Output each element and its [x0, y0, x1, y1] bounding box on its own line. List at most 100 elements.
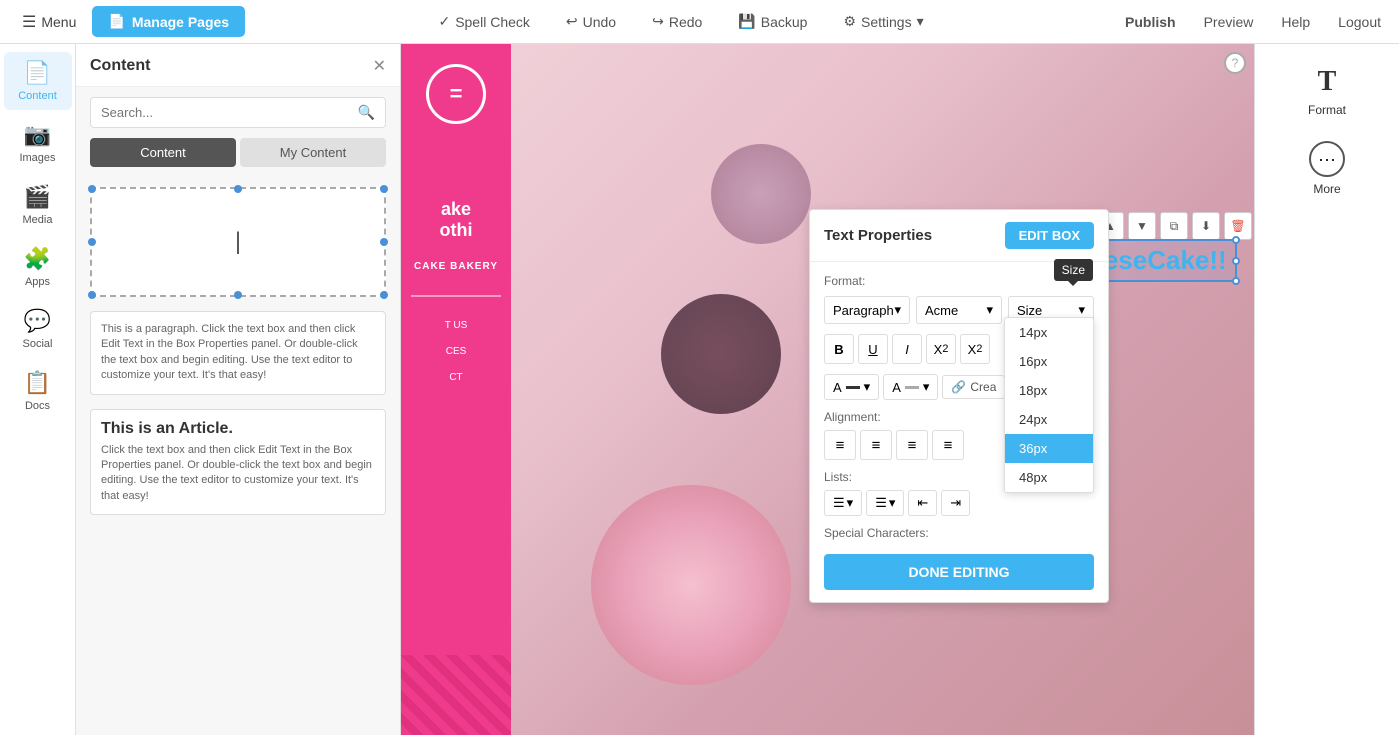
- help-icon[interactable]: ?: [1224, 52, 1246, 74]
- lists-row: ☰ ▾ ☰ ▾ ⇤ ⇥: [824, 490, 1094, 516]
- backup-label: Backup: [761, 14, 808, 30]
- selection-toolbar: ▲ ▼ ⧉ ⬇ 🗑: [1096, 212, 1252, 240]
- manage-pages-button[interactable]: 📄 Manage Pages: [92, 6, 245, 37]
- article-content-item[interactable]: This is an Article. Click the text box a…: [90, 409, 386, 516]
- right-panel-more-label: More: [1313, 182, 1340, 196]
- main-area: 📄 Content 📷 Images 🎬 Media 🧩 Apps 💬 Soci…: [0, 44, 1399, 735]
- size-option-36[interactable]: 36px: [1005, 434, 1093, 463]
- font-chevron-icon: ▾: [986, 302, 993, 318]
- right-panel-format-label: Format: [1308, 103, 1346, 117]
- settings-label: Settings: [861, 14, 912, 30]
- flower-decoration-small: [711, 144, 811, 244]
- indent-dec-icon: ⇤: [917, 495, 928, 511]
- canvas-menu-heading: akeothi: [411, 199, 501, 241]
- menu-button[interactable]: ☰ Menu: [10, 6, 88, 38]
- edit-box-button[interactable]: EDIT BOX: [1005, 222, 1094, 249]
- publish-button[interactable]: Publish: [1117, 9, 1184, 35]
- anchor-tr: [380, 185, 388, 193]
- size-option-48[interactable]: 48px: [1005, 463, 1093, 492]
- right-panel-format[interactable]: T Format: [1255, 58, 1399, 125]
- handle-tr[interactable]: [1232, 236, 1240, 244]
- indent-inc-icon: ⇥: [950, 495, 961, 511]
- size-option-16[interactable]: 16px: [1005, 347, 1093, 376]
- sidebar-item-social-label: Social: [23, 338, 53, 350]
- bold-button[interactable]: B: [824, 334, 854, 364]
- canvas-bottom-stripe: [401, 655, 511, 735]
- superscript-button[interactable]: X2: [960, 334, 990, 364]
- underline-button[interactable]: U: [858, 334, 888, 364]
- redo-icon: ↪: [652, 13, 664, 30]
- text-cursor-content-item[interactable]: |: [90, 187, 386, 297]
- article-text: Click the text box and then click Edit T…: [101, 443, 375, 505]
- spell-check-label: Spell Check: [455, 14, 530, 30]
- size-option-18[interactable]: 18px: [1005, 376, 1093, 405]
- create-link-label: Crea: [970, 380, 996, 394]
- unordered-list-button[interactable]: ☰ ▾: [824, 490, 862, 516]
- spell-check-button[interactable]: ✓ Spell Check: [430, 8, 537, 35]
- move-down-button[interactable]: ▼: [1128, 212, 1156, 240]
- size-option-14[interactable]: 14px: [1005, 318, 1093, 347]
- undo-button[interactable]: ↩ Undo: [558, 8, 624, 35]
- sidebar-item-content[interactable]: 📄 Content: [4, 52, 72, 110]
- align-center-button[interactable]: ≡: [860, 430, 892, 460]
- handle-br[interactable]: [1232, 277, 1240, 285]
- right-panel-more[interactable]: ··· More: [1255, 133, 1399, 204]
- logout-button[interactable]: Logout: [1330, 9, 1389, 35]
- sidebar-item-images[interactable]: 📷 Images: [4, 114, 72, 172]
- nav-center: ✓ Spell Check ↩ Undo ↪ Redo 💾 Backup ⚙ S…: [249, 8, 1113, 35]
- panel-tabs: Content My Content: [90, 138, 386, 167]
- anchor-ml: [88, 238, 96, 246]
- sidebar-item-content-label: Content: [18, 90, 57, 102]
- align-right-button[interactable]: ≡: [896, 430, 928, 460]
- indent-increase-button[interactable]: ⇥: [941, 490, 970, 516]
- preview-button[interactable]: Preview: [1196, 9, 1262, 35]
- font-select[interactable]: Acme ▾: [916, 296, 1002, 324]
- italic-button[interactable]: I: [892, 334, 922, 364]
- tab-content[interactable]: Content: [90, 138, 236, 167]
- divider: [411, 295, 501, 297]
- download-button[interactable]: ⬇: [1192, 212, 1220, 240]
- ol-icon: ☰: [875, 495, 887, 511]
- align-justify-button[interactable]: ≡: [932, 430, 964, 460]
- anchor-br: [380, 291, 388, 299]
- settings-button[interactable]: ⚙ Settings ▾: [835, 8, 931, 35]
- help-button[interactable]: Help: [1273, 9, 1318, 35]
- text-props-body: Format: Paragraph ▾ Acme ▾ Size ▾: [810, 262, 1108, 602]
- paragraph-text: This is a paragraph. Click the text box …: [101, 322, 375, 384]
- size-option-24[interactable]: 24px: [1005, 405, 1093, 434]
- anchor-mr: [380, 238, 388, 246]
- panel-close-button[interactable]: ✕: [373, 56, 386, 76]
- bg-color-button[interactable]: A ▾: [883, 374, 938, 400]
- paragraph-select[interactable]: Paragraph ▾: [824, 296, 910, 324]
- subscript-button[interactable]: X2: [926, 334, 956, 364]
- ordered-list-button[interactable]: ☰ ▾: [866, 490, 904, 516]
- align-left-button[interactable]: ≡: [824, 430, 856, 460]
- redo-button[interactable]: ↪ Redo: [644, 8, 710, 35]
- done-editing-button[interactable]: DONE EDITING: [824, 554, 1094, 590]
- tab-my-content[interactable]: My Content: [240, 138, 386, 167]
- duplicate-button[interactable]: ⧉: [1160, 212, 1188, 240]
- create-link-button[interactable]: 🔗 Crea: [942, 375, 1005, 399]
- backup-button[interactable]: 💾 Backup: [730, 8, 815, 35]
- ol-chevron-icon: ▾: [889, 495, 896, 511]
- spell-check-icon: ✓: [438, 13, 450, 30]
- text-color-icon: A: [833, 380, 842, 395]
- more-icon: ···: [1309, 141, 1345, 177]
- right-panel: T Format ··· More: [1254, 44, 1399, 735]
- handle-mr[interactable]: [1232, 257, 1240, 265]
- bg-color-chevron-icon: ▾: [923, 379, 930, 395]
- sidebar-item-docs[interactable]: 📋 Docs: [4, 362, 72, 420]
- text-color-button[interactable]: A ▾: [824, 374, 879, 400]
- link-icon: 🔗: [951, 380, 966, 394]
- indent-decrease-button[interactable]: ⇤: [908, 490, 937, 516]
- search-input[interactable]: [101, 105, 352, 120]
- manage-pages-icon: 📄: [108, 13, 125, 30]
- canvas-area[interactable]: = akeothi CAKE BAKERY T US CES CT ▲ ▼ ⧉: [401, 44, 1254, 735]
- sidebar-item-social[interactable]: 💬 Social: [4, 300, 72, 358]
- format-icon: T: [1318, 66, 1337, 98]
- paragraph-content-item[interactable]: This is a paragraph. Click the text box …: [90, 311, 386, 395]
- sidebar-item-apps[interactable]: 🧩 Apps: [4, 238, 72, 296]
- text-color-chevron-icon: ▾: [864, 379, 871, 395]
- sidebar-item-media[interactable]: 🎬 Media: [4, 176, 72, 234]
- ul-icon: ☰: [833, 495, 845, 511]
